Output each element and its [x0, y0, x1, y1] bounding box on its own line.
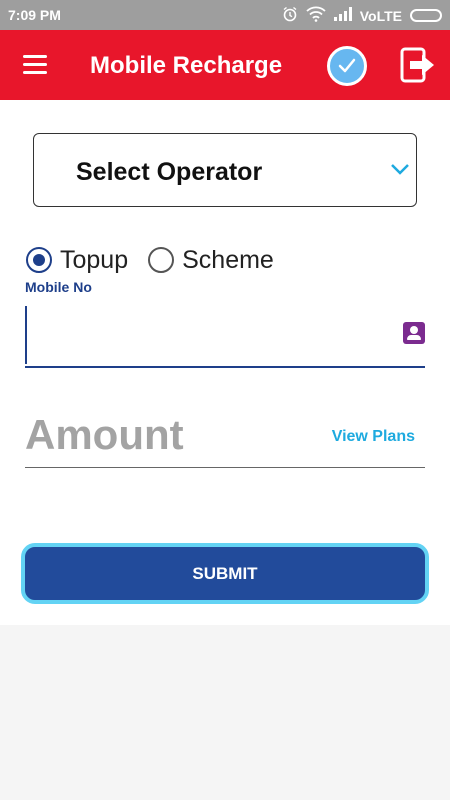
text-cursor — [25, 306, 27, 364]
logout-icon[interactable] — [400, 45, 436, 85]
mobile-no-input[interactable] — [25, 302, 425, 368]
radio-topup-label[interactable]: Topup — [60, 246, 128, 275]
view-plans-link[interactable]: View Plans — [332, 428, 415, 446]
operator-select[interactable]: Select Operator — [33, 133, 417, 207]
radio-scheme[interactable] — [148, 247, 175, 273]
radio-topup[interactable] — [26, 247, 52, 273]
alarm-icon — [282, 6, 298, 25]
amount-placeholder: Amount — [25, 411, 184, 458]
submit-button[interactable]: SUBMIT — [21, 543, 429, 604]
amount-input[interactable]: Amount View Plans — [25, 402, 425, 468]
operator-select-label: Select Operator — [76, 158, 263, 186]
recharge-type-group: Topup Scheme — [26, 245, 294, 275]
app-bar: Mobile Recharge — [0, 30, 450, 100]
page-title: Mobile Recharge — [90, 52, 283, 79]
contact-icon[interactable] — [403, 322, 425, 344]
signal-icon — [333, 7, 352, 24]
status-icons: VoLTE — [282, 6, 442, 25]
radio-scheme-label[interactable]: Scheme — [182, 246, 274, 275]
check-icon[interactable] — [327, 46, 367, 86]
wifi-icon — [306, 6, 326, 25]
chevron-down-icon — [390, 162, 410, 181]
network-label: VoLTE — [359, 7, 402, 24]
menu-icon[interactable] — [23, 55, 47, 75]
mobile-no-label: Mobile No — [25, 279, 92, 295]
recharge-form: Select Operator Topup Scheme Mobile No A… — [0, 100, 450, 625]
status-bar: 7:09 PM VoLTE — [0, 0, 450, 30]
status-time: 7:09 PM — [8, 7, 61, 23]
battery-icon — [410, 9, 442, 22]
